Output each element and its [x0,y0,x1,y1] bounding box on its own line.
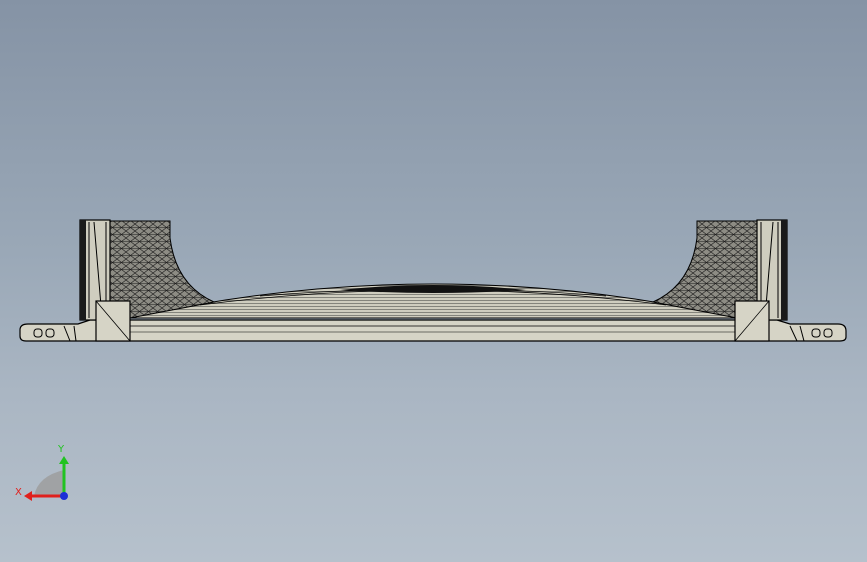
triad-z-axis [60,492,68,500]
orientation-triad: X Y [15,444,69,501]
triad-plane [34,470,64,496]
graphics-viewport[interactable]: X Y [0,0,867,562]
flange-base [19,319,847,342]
part-model[interactable] [0,0,867,562]
x-axis-label: X [15,487,22,498]
y-axis-label: Y [57,444,65,455]
